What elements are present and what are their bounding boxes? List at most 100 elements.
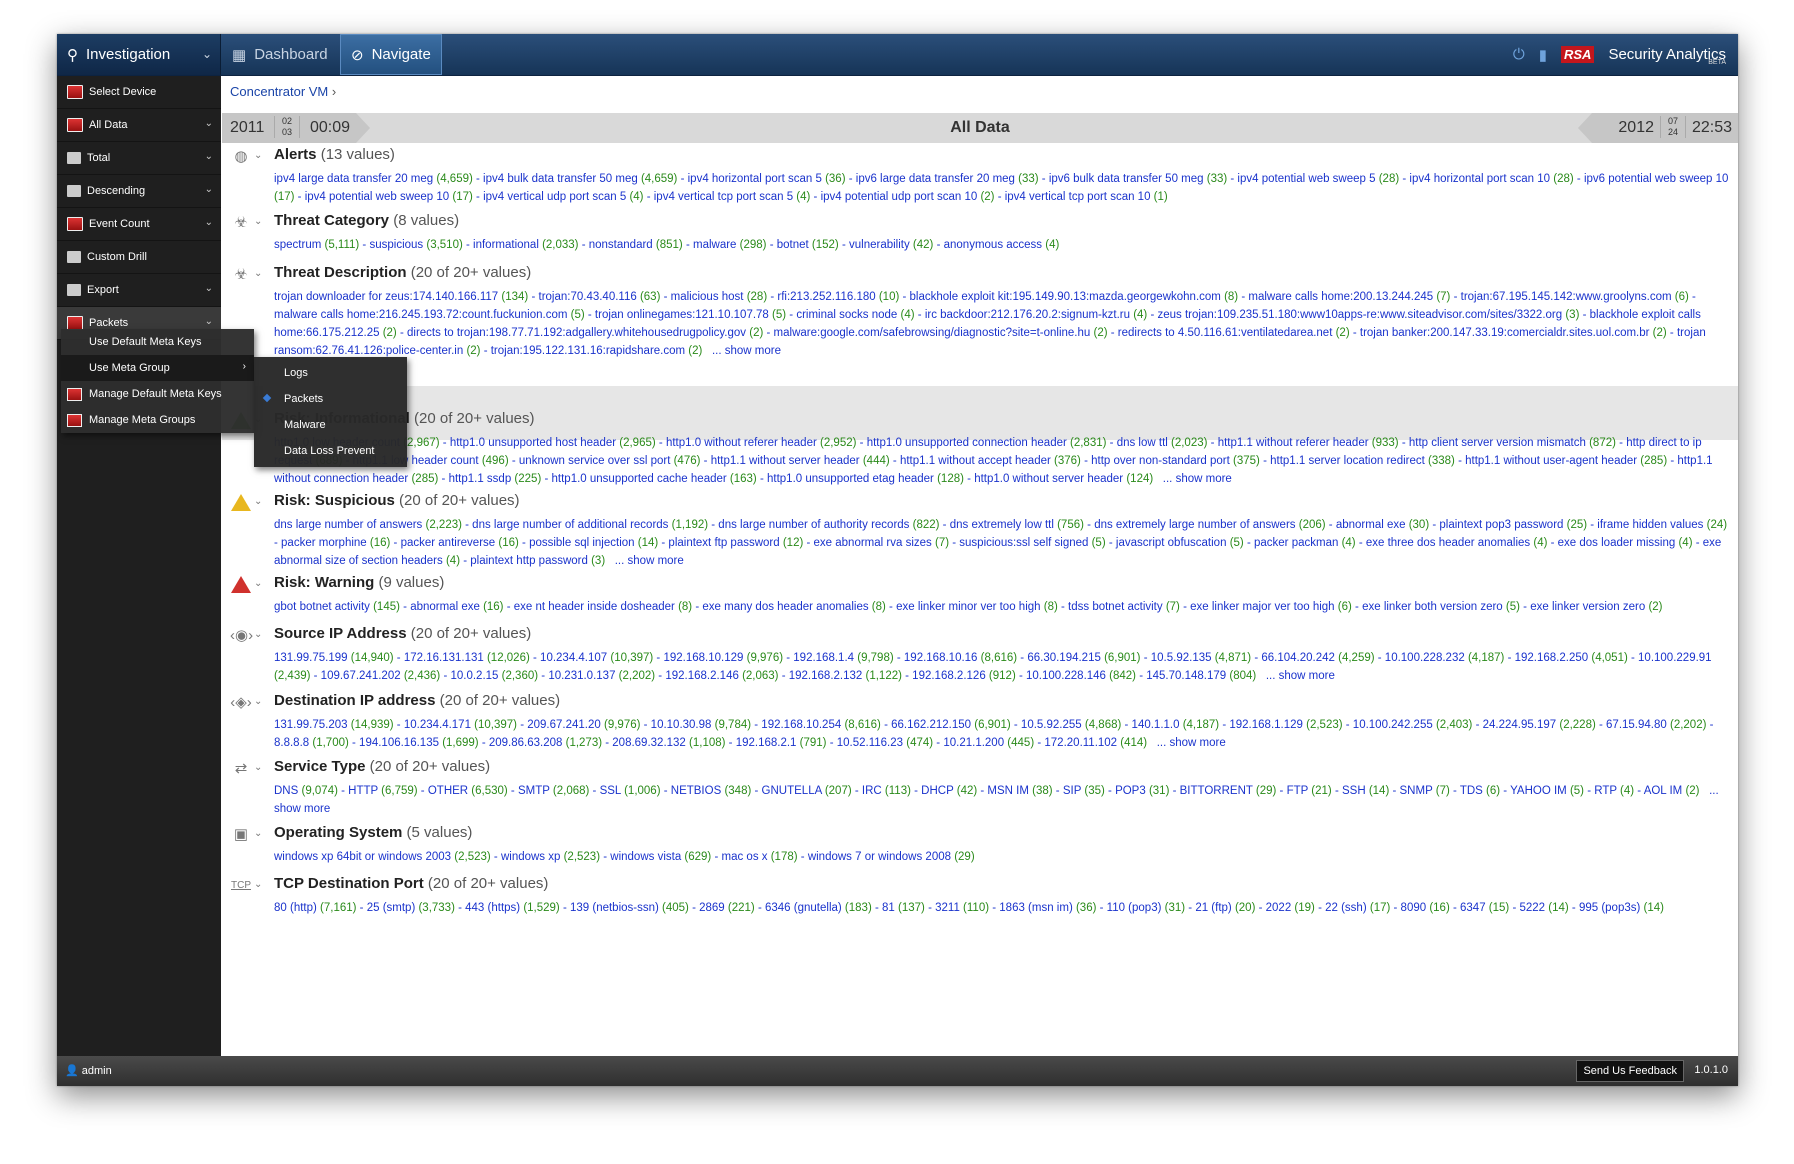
meta-value-link[interactable]: 80 (http) (7,161) bbox=[274, 902, 356, 914]
meta-value-link[interactable]: 10.10.30.98 (9,784) bbox=[651, 719, 751, 731]
meta-value-link[interactable]: YAHOO IM (5) bbox=[1510, 785, 1584, 797]
meta-value-link[interactable]: suspicious:ssl self signed (5) bbox=[959, 537, 1105, 549]
meta-value-link[interactable]: 6346 (gnutella) (183) bbox=[765, 902, 872, 914]
meta-value-link[interactable]: 192.168.1.4 (9,798) bbox=[793, 652, 893, 664]
investigation-menu[interactable]: ⚲ Investigation ⌄ bbox=[57, 34, 221, 75]
meta-value-link[interactable]: 1863 (msn im) (36) bbox=[999, 902, 1096, 914]
sidebar-item-all-data[interactable]: All Data ⌄ bbox=[57, 109, 221, 142]
meta-value-link[interactable]: 192.168.2.250 (4,051) bbox=[1515, 652, 1628, 664]
power-icon[interactable]: ⏻ bbox=[1513, 46, 1525, 63]
meta-value-link[interactable]: malware calls home:200.13.244.245 (7) bbox=[1248, 291, 1450, 303]
meta-value-link[interactable]: SNMP (7) bbox=[1400, 785, 1450, 797]
meta-value-link[interactable]: 10.234.4.171 (10,397) bbox=[404, 719, 517, 731]
meta-value-link[interactable]: 192.168.2.146 (2,063) bbox=[665, 670, 778, 682]
meta-value-link[interactable]: SSL (1,006) bbox=[600, 785, 661, 797]
meta-value-link[interactable]: 10.100.228.146 (842) bbox=[1026, 670, 1136, 682]
meta-value-link[interactable]: 66.104.20.242 (4,259) bbox=[1261, 652, 1374, 664]
meta-value-link[interactable]: HTTP (6,759) bbox=[348, 785, 417, 797]
section-header[interactable]: Alerts (13 values) bbox=[274, 146, 395, 163]
navigate-tab[interactable]: ⊘ Navigate bbox=[340, 34, 442, 75]
breadcrumb[interactable]: Concentrator VM › bbox=[230, 84, 336, 99]
meta-value-link[interactable]: mac os x (178) bbox=[722, 851, 798, 863]
meta-value-link[interactable]: http client server version mismatch (872… bbox=[1409, 437, 1616, 449]
meta-value-link[interactable]: SMTP (2,068) bbox=[518, 785, 589, 797]
meta-value-link[interactable]: TDS (6) bbox=[1460, 785, 1500, 797]
meta-value-link[interactable]: unknown service over ssl port (476) bbox=[519, 455, 701, 467]
sidebar-item-event-count[interactable]: Event Count ⌄ bbox=[57, 208, 221, 241]
meta-value-link[interactable]: 109.67.241.202 (2,436) bbox=[321, 670, 441, 682]
meta-value-link[interactable]: malware (298) bbox=[693, 239, 767, 251]
section-header[interactable]: Risk: Warning (9 values) bbox=[274, 574, 444, 591]
meta-value-link[interactable]: 192.168.2.1 (791) bbox=[736, 737, 827, 749]
section-header[interactable]: Threat Category (8 values) bbox=[274, 212, 459, 229]
meta-value-link[interactable]: ipv4 horizontal port scan 10 (28) bbox=[1409, 173, 1573, 185]
meta-value-link[interactable]: exe dos loader missing (4) bbox=[1558, 537, 1693, 549]
end-year[interactable]: 2012 bbox=[1618, 113, 1654, 143]
meta-value-link[interactable]: criminal socks node (4) bbox=[796, 309, 914, 321]
meta-value-link[interactable]: DHCP (42) bbox=[921, 785, 977, 797]
breadcrumb-item[interactable]: Concentrator VM bbox=[230, 84, 328, 99]
meta-value-link[interactable]: ipv6 large data transfer 20 meg (33) bbox=[856, 173, 1039, 185]
show-more-link[interactable]: ... show more bbox=[1153, 473, 1232, 485]
notification-icon[interactable]: ▮ bbox=[1539, 46, 1547, 64]
meta-value-link[interactable]: trojan:195.122.131.16:rapidshare.com (2) bbox=[491, 345, 703, 357]
meta-value-link[interactable]: 995 (pop3s) (14) bbox=[1579, 902, 1664, 914]
meta-value-link[interactable]: plaintext http password (3) bbox=[470, 555, 605, 567]
show-more-link[interactable]: ... show more bbox=[1147, 737, 1226, 749]
meta-value-link[interactable]: 192.168.10.129 (9,976) bbox=[663, 652, 783, 664]
chevron-down-icon[interactable]: ⌄ bbox=[254, 828, 262, 839]
meta-value-link[interactable]: trojan onlinegames:121.10.107.78 (5) bbox=[595, 309, 786, 321]
meta-value-link[interactable]: dns low ttl (2,023) bbox=[1117, 437, 1208, 449]
section-header[interactable]: Operating System (5 values) bbox=[274, 824, 472, 841]
meta-value-link[interactable]: packer packman (4) bbox=[1254, 537, 1356, 549]
meta-value-link[interactable]: vulnerability (42) bbox=[849, 239, 933, 251]
meta-value-link[interactable]: 8090 (16) bbox=[1401, 902, 1450, 914]
meta-value-link[interactable]: ipv4 vertical udp port scan 5 (4) bbox=[483, 191, 643, 203]
submenu-item-data-loss-prevent[interactable]: Data Loss Prevent bbox=[254, 438, 407, 464]
meta-value-link[interactable]: windows vista (629) bbox=[610, 851, 711, 863]
meta-value-link[interactable]: trojan banker:200.147.33.19:comercialdr.… bbox=[1360, 327, 1667, 339]
current-user[interactable]: 👤 admin bbox=[65, 1064, 112, 1077]
sidebar-item-select-device[interactable]: Select Device bbox=[57, 76, 221, 109]
meta-value-link[interactable]: dns large number of additional records (… bbox=[472, 519, 708, 531]
meta-value-link[interactable]: 10.100.228.232 (4,187) bbox=[1385, 652, 1505, 664]
meta-value-link[interactable]: 22 (ssh) (17) bbox=[1325, 902, 1390, 914]
meta-value-link[interactable]: ipv6 bulk data transfer 50 meg (33) bbox=[1049, 173, 1227, 185]
meta-value-link[interactable]: 66.162.212.150 (6,901) bbox=[891, 719, 1011, 731]
chevron-down-icon[interactable]: ⌄ bbox=[254, 150, 262, 161]
meta-value-link[interactable]: windows xp (2,523) bbox=[501, 851, 600, 863]
chevron-down-icon[interactable]: ⌄ bbox=[254, 578, 262, 589]
sidebar-item-descending[interactable]: Descending ⌄ bbox=[57, 175, 221, 208]
meta-value-link[interactable]: FTP (21) bbox=[1287, 785, 1332, 797]
meta-value-link[interactable]: 131.99.75.203 (14,939) bbox=[274, 719, 394, 731]
meta-value-link[interactable]: MSN IM (38) bbox=[987, 785, 1052, 797]
meta-value-link[interactable]: windows 7 or windows 2008 (29) bbox=[808, 851, 975, 863]
meta-value-link[interactable]: POP3 (31) bbox=[1115, 785, 1169, 797]
meta-value-link[interactable]: trojan:70.43.40.116 (63) bbox=[539, 291, 661, 303]
start-year[interactable]: 2011 bbox=[230, 113, 264, 143]
meta-value-link[interactable]: nonstandard (851) bbox=[589, 239, 683, 251]
meta-value-link[interactable]: 192.168.2.126 (912) bbox=[912, 670, 1016, 682]
show-more-link[interactable]: ... show more bbox=[605, 555, 684, 567]
meta-value-link[interactable]: exe linker major ver too high (6) bbox=[1190, 601, 1352, 613]
meta-value-link[interactable]: windows xp 64bit or windows 2003 (2,523) bbox=[274, 851, 491, 863]
meta-value-link[interactable]: 194.106.16.135 (1,699) bbox=[359, 737, 479, 749]
meta-value-link[interactable]: ipv4 horizontal port scan 5 (36) bbox=[688, 173, 846, 185]
meta-value-link[interactable]: 24.224.95.197 (2,228) bbox=[1483, 719, 1596, 731]
section-header[interactable]: Threat Description (20 of 20+ values) bbox=[274, 264, 531, 281]
section-header[interactable]: Source IP Address (20 of 20+ values) bbox=[274, 625, 531, 642]
meta-value-link[interactable]: trojan downloader for zeus:174.140.166.1… bbox=[274, 291, 528, 303]
meta-value-link[interactable]: ipv4 large data transfer 20 meg (4,659) bbox=[274, 173, 473, 185]
meta-value-link[interactable]: spectrum (5,111) bbox=[274, 239, 359, 251]
meta-value-link[interactable]: 81 (137) bbox=[882, 902, 925, 914]
menu-item-manage-meta-groups[interactable]: Manage Meta Groups bbox=[61, 407, 254, 433]
meta-value-link[interactable]: 10.231.0.137 (2,202) bbox=[548, 670, 655, 682]
meta-value-link[interactable]: 110 (pop3) (31) bbox=[1107, 902, 1185, 914]
show-more-link[interactable]: ... show more bbox=[702, 345, 781, 357]
meta-value-link[interactable]: SSH (14) bbox=[1342, 785, 1389, 797]
meta-value-link[interactable]: GNUTELLA (207) bbox=[762, 785, 852, 797]
meta-value-link[interactable]: anonymous access (4) bbox=[944, 239, 1060, 251]
show-more-link[interactable]: ... show more bbox=[1256, 670, 1335, 682]
meta-value-link[interactable]: exe many dos header anomalies (8) bbox=[702, 601, 885, 613]
meta-value-link[interactable]: 139 (netbios-ssn) (405) bbox=[570, 902, 689, 914]
